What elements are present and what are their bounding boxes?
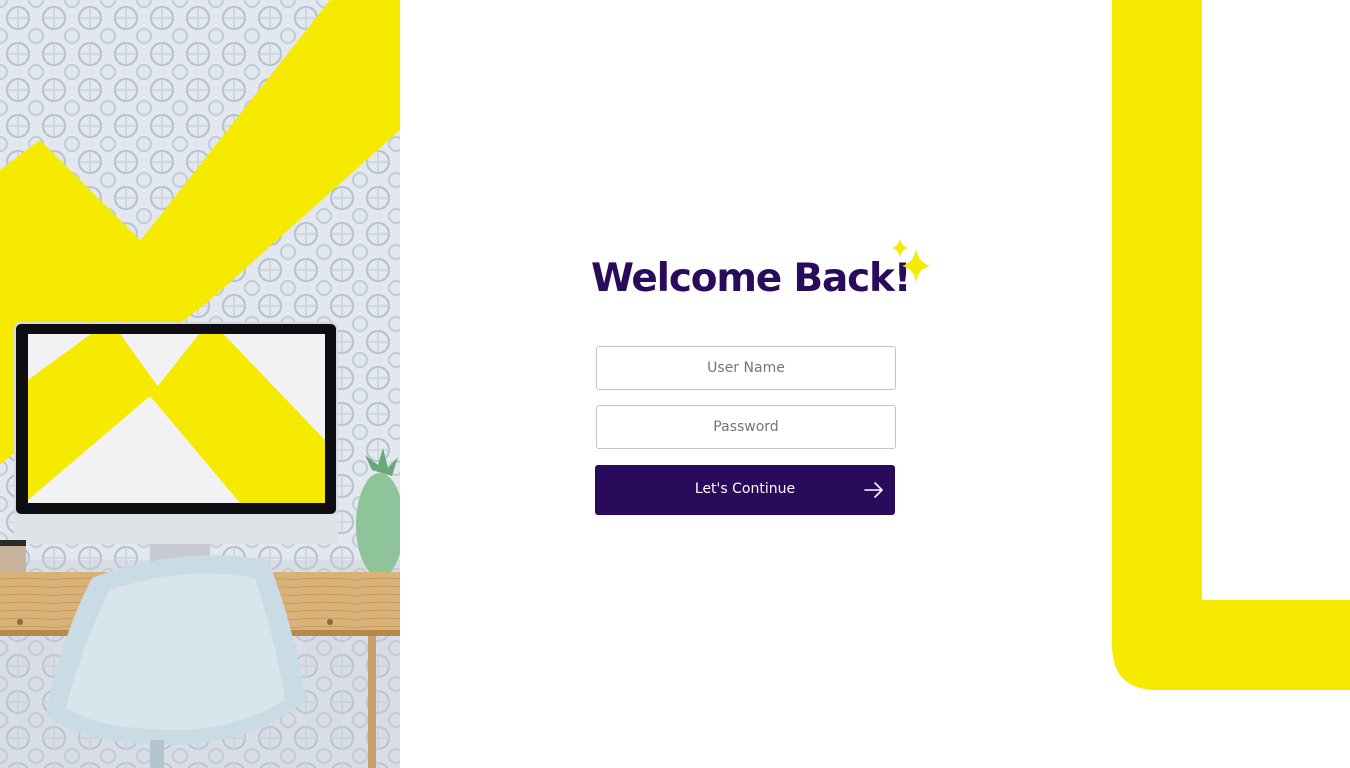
hero-image <box>0 0 400 768</box>
username-input[interactable] <box>596 346 896 390</box>
arrow-right-icon <box>864 482 883 498</box>
password-input[interactable] <box>596 405 896 449</box>
sparkle-icon <box>892 238 930 283</box>
login-page: Welcome Back! Let's Continue <box>0 0 1350 768</box>
continue-button-label: Let's Continue <box>694 481 796 497</box>
decorative-yellow-shape <box>1112 0 1350 690</box>
continue-button[interactable]: Let's Continue <box>595 465 895 515</box>
page-title: Welcome Back! <box>591 256 912 301</box>
